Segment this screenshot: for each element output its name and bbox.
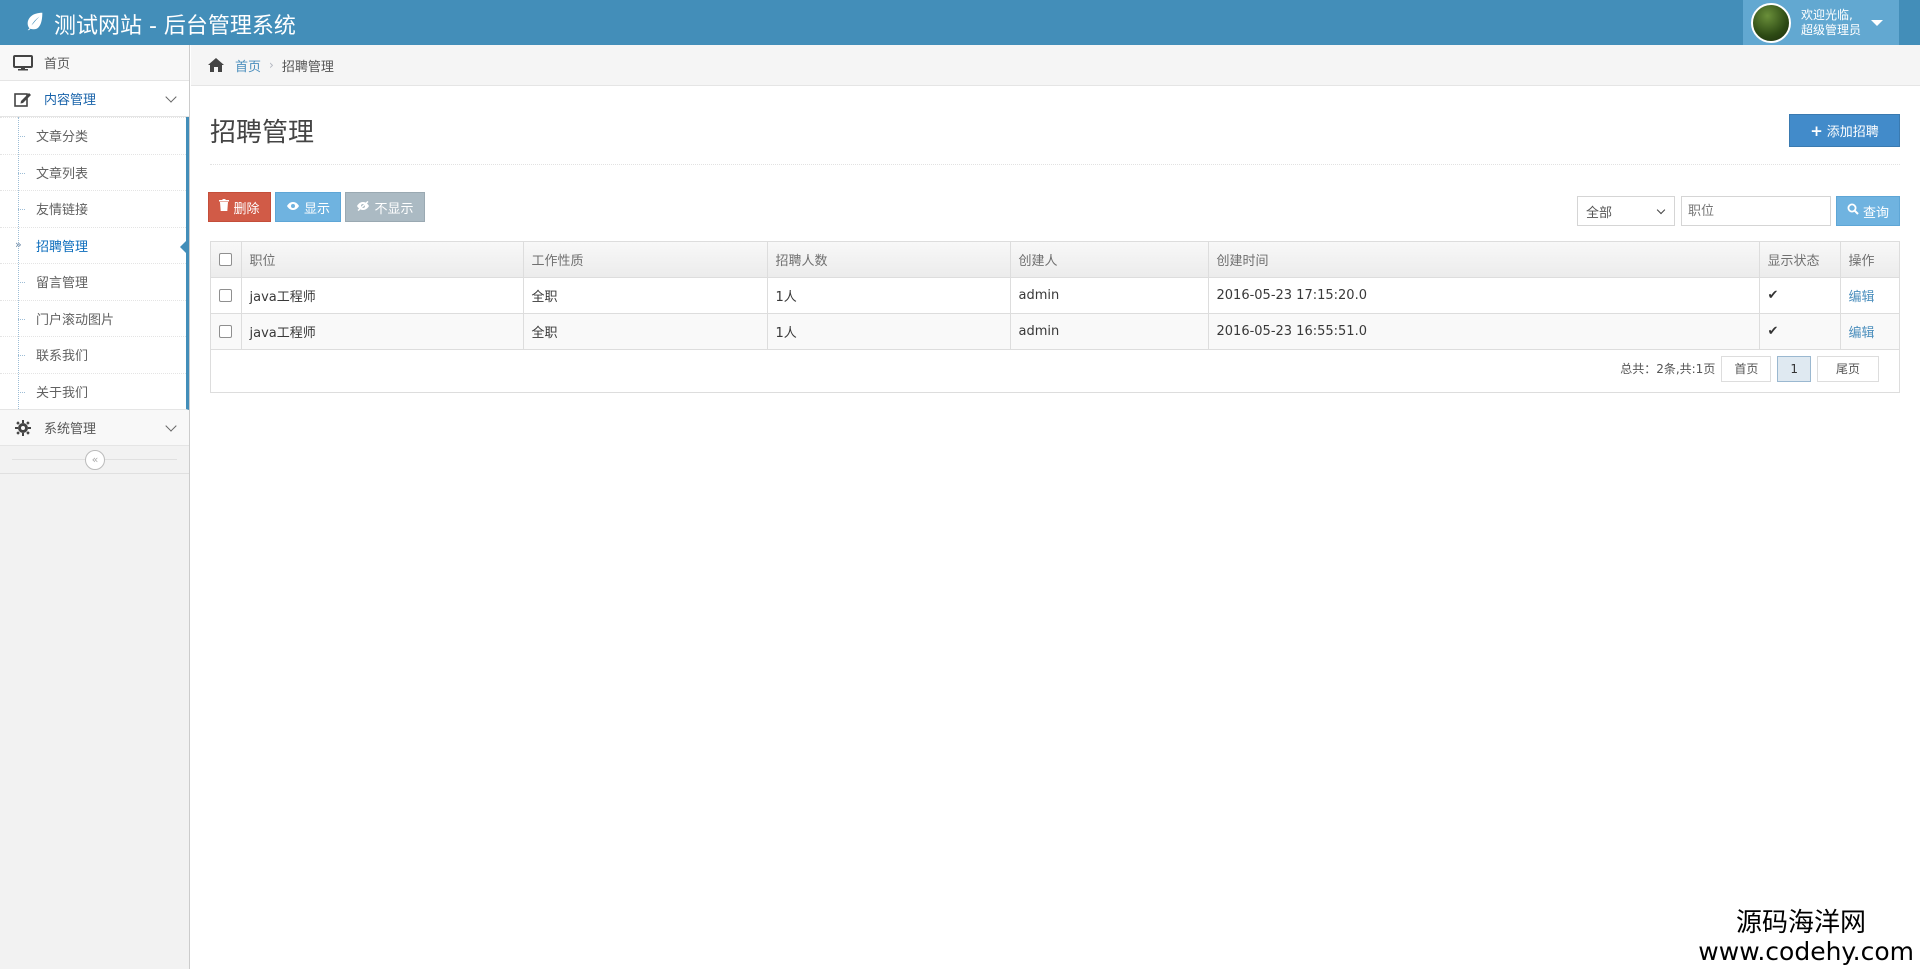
sidebar-item-about[interactable]: 关于我们 xyxy=(0,372,186,410)
breadcrumb-home-link[interactable]: 首页 xyxy=(235,56,261,75)
user-role: 超级管理员 xyxy=(1801,22,1862,37)
home-icon[interactable] xyxy=(207,57,225,73)
top-navbar: 测试网站 - 后台管理系统 欢迎光临, 超级管理员 xyxy=(0,0,1920,45)
column-header[interactable]: 职位 xyxy=(241,242,524,278)
sidebar-item-contact[interactable]: 联系我们 xyxy=(0,336,186,373)
user-menu[interactable]: 欢迎光临, 超级管理员 xyxy=(1743,0,1899,45)
sidebar-item-recruitment[interactable]: 招聘管理 xyxy=(0,226,189,264)
caret-down-icon xyxy=(1871,19,1884,26)
avatar xyxy=(1751,2,1791,43)
plus-icon: + xyxy=(1810,121,1823,140)
breadcrumb: 首页 › 招聘管理 xyxy=(191,45,1920,86)
sidebar-item-label: 系统管理 xyxy=(44,422,97,437)
sidebar-item-label: 首页 xyxy=(44,57,71,72)
collapse-sidebar-icon[interactable]: « xyxy=(85,450,105,470)
recruitment-table: 职位 工作性质 招聘人数 创建人 创建时间 显示状态 操作 java工程师 全职… xyxy=(210,241,1900,393)
gear-icon xyxy=(12,419,34,437)
sidebar: 首页 内容管理 文章分类 文章列表 友情链接 招聘管理 留言管理 门户滚动图片 … xyxy=(0,45,190,969)
search-icon xyxy=(1847,203,1859,219)
column-header[interactable]: 显示状态 xyxy=(1759,242,1841,278)
first-page-button[interactable]: 首页 xyxy=(1721,355,1772,382)
sidebar-item-system[interactable]: 系统管理 xyxy=(0,410,189,446)
edit-icon xyxy=(12,90,34,108)
row-checkbox[interactable] xyxy=(219,324,232,338)
pagination: 总共：2条,共:1页 首页 1 尾页 xyxy=(211,350,1899,392)
page-title: 招聘管理 xyxy=(210,118,315,148)
sidebar-item-links[interactable]: 友情链接 xyxy=(0,190,186,227)
sidebar-item-carousel[interactable]: 门户滚动图片 xyxy=(0,299,186,337)
leaf-icon xyxy=(24,10,46,38)
cell-count: 1人 xyxy=(767,277,1011,314)
cell-created: 2016-05-23 17:15:20.0 xyxy=(1208,277,1760,314)
cell-position: java工程师 xyxy=(241,313,524,350)
delete-button[interactable]: 删除 xyxy=(208,192,271,222)
sidebar-item-article-category[interactable]: 文章分类 xyxy=(0,117,186,154)
header-divider xyxy=(210,164,1900,165)
sidebar-item-article-list[interactable]: 文章列表 xyxy=(0,153,186,191)
chevron-down-icon xyxy=(1656,205,1666,215)
edit-link[interactable]: 编辑 xyxy=(1849,326,1875,341)
query-button[interactable]: 查询 xyxy=(1836,196,1900,226)
chevron-down-icon xyxy=(165,90,177,103)
content-submenu: 文章分类 文章列表 友情链接 招聘管理 留言管理 门户滚动图片 联系我们 关于我… xyxy=(0,117,189,410)
eye-icon xyxy=(286,200,300,215)
page-number-button[interactable]: 1 xyxy=(1777,355,1811,382)
column-header[interactable]: 创建时间 xyxy=(1208,242,1760,278)
sidebar-item-label: 内容管理 xyxy=(44,93,97,108)
sidebar-item-messages[interactable]: 留言管理 xyxy=(0,263,186,300)
table-row: java工程师 全职 1人 admin 2016-05-23 16:55:51.… xyxy=(211,313,1899,350)
column-header[interactable]: 招聘人数 xyxy=(767,242,1011,278)
status-filter-value: 全部 xyxy=(1586,205,1613,221)
pagination-summary: 总共：2条,共:1页 xyxy=(1620,362,1716,376)
position-search-input[interactable] xyxy=(1681,196,1831,226)
delete-label: 删除 xyxy=(233,201,260,217)
cell-type: 全职 xyxy=(523,313,768,350)
row-checkbox[interactable] xyxy=(219,288,232,302)
breadcrumb-current: 招聘管理 xyxy=(281,59,334,75)
show-label: 显示 xyxy=(303,201,330,217)
cell-type: 全职 xyxy=(523,277,768,314)
watermark: 源码海洋网 www.codehy.com xyxy=(1698,908,1914,966)
cell-position: java工程师 xyxy=(241,277,524,314)
eye-slash-icon xyxy=(356,200,370,215)
table-row: java工程师 全职 1人 admin 2016-05-23 17:15:20.… xyxy=(211,277,1899,314)
sidebar-item-content[interactable]: 内容管理 xyxy=(0,81,189,117)
cell-count: 1人 xyxy=(767,313,1011,350)
add-recruitment-label: 添加招聘 xyxy=(1826,125,1879,140)
sidebar-item-home[interactable]: 首页 xyxy=(0,45,189,81)
column-header: 操作 xyxy=(1840,242,1899,278)
sidebar-collapse-row: « xyxy=(0,446,189,474)
trash-icon xyxy=(219,199,230,215)
query-label: 查询 xyxy=(1862,205,1889,221)
watermark-line2: www.codehy.com xyxy=(1698,937,1914,966)
check-icon: ✔ xyxy=(1767,323,1779,339)
table-header-row: 职位 工作性质 招聘人数 创建人 创建时间 显示状态 操作 xyxy=(211,242,1899,278)
chevron-down-icon xyxy=(165,419,177,432)
watermark-line1: 源码海洋网 xyxy=(1735,908,1866,938)
hide-label: 不显示 xyxy=(374,201,414,217)
welcome-text: 欢迎光临, xyxy=(1801,7,1853,22)
hide-button[interactable]: 不显示 xyxy=(345,192,425,222)
cell-creator: admin xyxy=(1010,313,1209,350)
desktop-icon xyxy=(12,54,34,72)
status-filter-select[interactable]: 全部 xyxy=(1577,196,1675,226)
select-all-checkbox[interactable] xyxy=(219,252,232,266)
column-header[interactable]: 创建人 xyxy=(1010,242,1209,278)
check-icon: ✔ xyxy=(1767,287,1779,303)
cell-creator: admin xyxy=(1010,277,1209,314)
column-header[interactable]: 工作性质 xyxy=(523,242,768,278)
show-button[interactable]: 显示 xyxy=(275,192,341,222)
add-recruitment-button[interactable]: + 添加招聘 xyxy=(1789,114,1900,147)
edit-link[interactable]: 编辑 xyxy=(1849,290,1875,305)
chevron-right-icon: › xyxy=(269,58,274,72)
brand-title: 测试网站 - 后台管理系统 xyxy=(54,14,296,39)
last-page-button[interactable]: 尾页 xyxy=(1816,355,1879,382)
brand[interactable]: 测试网站 - 后台管理系统 xyxy=(24,8,296,40)
cell-created: 2016-05-23 16:55:51.0 xyxy=(1208,313,1760,350)
